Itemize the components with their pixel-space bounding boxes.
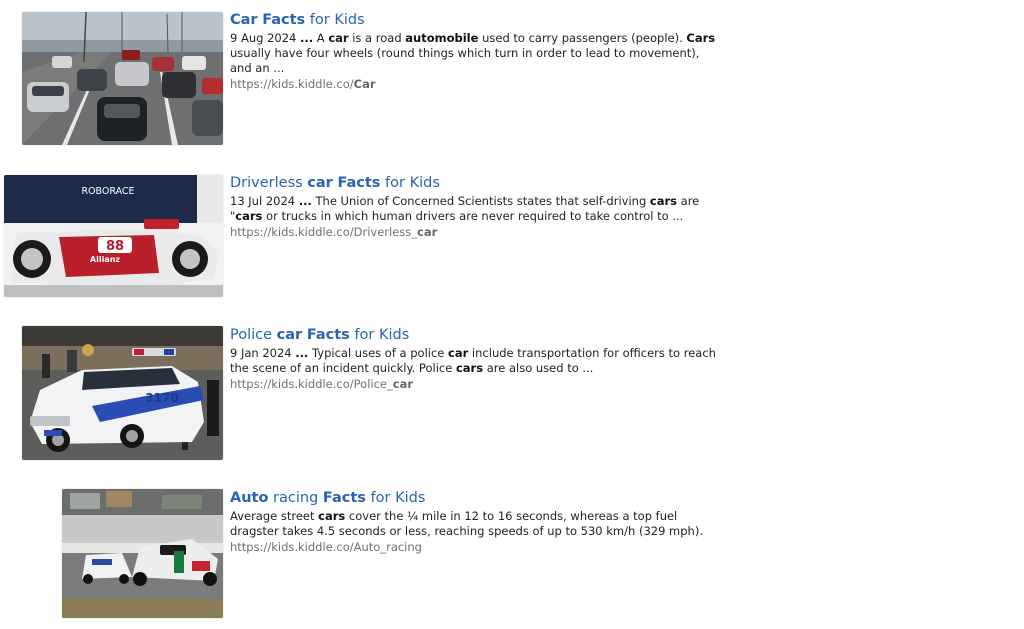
text-run: A xyxy=(313,31,329,45)
highlighted-term: cars xyxy=(649,194,677,208)
highlighted-term: ... xyxy=(295,346,309,360)
highlighted-term: car xyxy=(417,225,438,239)
highlighted-term: Facts xyxy=(262,12,306,28)
result-thumbnail[interactable] xyxy=(22,12,223,145)
highlighted-term: ... xyxy=(298,194,312,208)
text-run: https://kids.kiddle.co/Police_ xyxy=(230,377,393,391)
text-run: racing xyxy=(268,490,323,506)
result-url[interactable]: https://kids.kiddle.co/Police_car xyxy=(230,377,722,392)
text-run: 9 Jan 2024 xyxy=(230,346,296,360)
result-thumbnail[interactable]: 3170 xyxy=(22,326,223,460)
highway-traffic-image xyxy=(22,12,223,145)
result-url[interactable]: https://kids.kiddle.co/Car xyxy=(230,77,722,92)
highlighted-term: Cars xyxy=(686,31,716,45)
highlighted-term: car xyxy=(276,327,303,343)
result-url[interactable]: https://kids.kiddle.co/Driverless_car xyxy=(230,225,722,240)
text-run: usually have four wheels (round things w… xyxy=(230,46,700,75)
roborace-banner-text: ROBORACE xyxy=(81,186,134,197)
text-run: Driverless xyxy=(230,175,308,191)
police-car-number-text: 3170 xyxy=(145,391,178,405)
text-run: Police xyxy=(230,327,277,343)
highlighted-term: Car xyxy=(353,77,376,91)
text-run: The Union of Concerned Scientists states… xyxy=(311,194,650,208)
highlighted-term: car xyxy=(392,377,413,391)
highlighted-term: cars xyxy=(318,509,346,523)
text-run: Typical uses of a police xyxy=(308,346,449,360)
text-run: for Kids xyxy=(349,327,410,343)
text-run: for Kids xyxy=(365,490,426,506)
result-thumbnail[interactable] xyxy=(62,489,223,618)
highlighted-term: ... xyxy=(300,31,314,45)
car-number-text: 88 xyxy=(106,239,124,254)
result-thumbnail[interactable]: ROBORACE 88 Allianz xyxy=(4,175,223,297)
result-title-link[interactable]: Car Facts for Kids xyxy=(230,11,722,29)
result-snippet: Average street cars cover the ¼ mile in … xyxy=(230,509,722,539)
police-car-image: 3170 xyxy=(22,326,223,460)
text-run: https://kids.kiddle.co/Driverless_ xyxy=(230,225,418,239)
text-run: Average street xyxy=(230,509,319,523)
highlighted-term: Facts xyxy=(337,175,381,191)
highlighted-term: cars xyxy=(455,361,484,375)
result-title-link[interactable]: Driverless car Facts for Kids xyxy=(230,174,722,192)
highlighted-term: cars xyxy=(235,209,263,223)
highlighted-term: car xyxy=(307,175,333,191)
highlighted-term: Auto xyxy=(230,490,269,506)
text-run: are also used to ... xyxy=(483,361,594,375)
result-title-link[interactable]: Police car Facts for Kids xyxy=(230,326,722,344)
text-run: for Kids xyxy=(380,175,440,191)
text-run: or trucks in which human drivers are nev… xyxy=(262,209,684,223)
search-results: Car Facts for Kids 9 Aug 2024 ... A car … xyxy=(0,0,1024,629)
text-run: 9 Aug 2024 xyxy=(230,31,301,45)
highlighted-term: Facts xyxy=(306,327,350,343)
text-run: is a road xyxy=(348,31,406,45)
highlighted-term: Car xyxy=(230,12,258,28)
text-run: used to carry passengers (people). xyxy=(478,31,687,45)
text-run: 13 Jul 2024 xyxy=(230,194,299,208)
driverless-racecar-image: ROBORACE 88 Allianz xyxy=(4,175,223,297)
result-title-link[interactable]: Auto racing Facts for Kids xyxy=(230,489,722,507)
auto-racing-image xyxy=(62,489,223,618)
text-run: https://kids.kiddle.co/ xyxy=(230,77,354,91)
result-snippet: 9 Jan 2024 ... Typical uses of a police … xyxy=(230,346,722,376)
result-url[interactable]: https://kids.kiddle.co/Auto_racing xyxy=(230,540,722,555)
text-run: https://kids.kiddle.co/Auto_racing xyxy=(230,540,422,554)
highlighted-term: Facts xyxy=(322,490,366,506)
result-snippet: 9 Aug 2024 ... A car is a road automobil… xyxy=(230,31,722,76)
highlighted-term: automobile xyxy=(405,31,479,45)
sponsor-text: Allianz xyxy=(90,255,121,264)
result-snippet: 13 Jul 2024 ... The Union of Concerned S… xyxy=(230,194,722,224)
highlighted-term: car xyxy=(328,31,349,45)
text-run: for Kids xyxy=(305,12,365,28)
highlighted-term: car xyxy=(448,346,469,360)
